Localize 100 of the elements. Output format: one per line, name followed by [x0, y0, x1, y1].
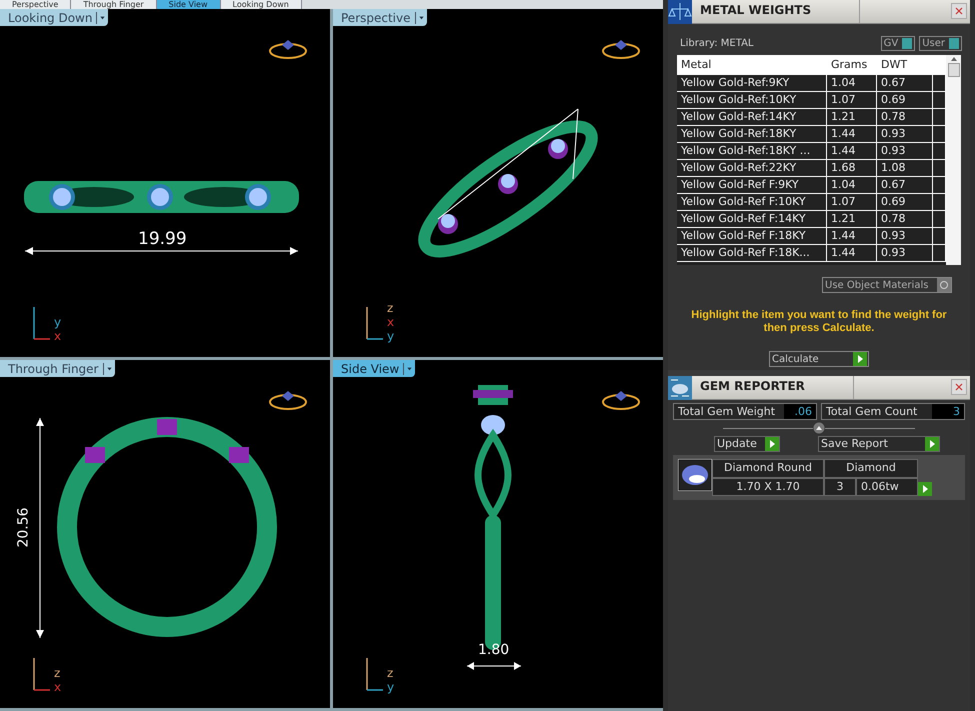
table-cell: 0.78 — [877, 211, 933, 227]
viewport[interactable]: Looking Down 19.99 y x — [0, 9, 330, 357]
table-row[interactable]: Yellow Gold-Ref F:9KY 1.04 0.67 — [677, 177, 946, 194]
table-cell: 1.44 — [827, 126, 877, 142]
calculate-button[interactable]: Calculate — [769, 351, 869, 367]
table-row[interactable]: Yellow Gold-Ref:18KY 1.44 0.93 — [677, 126, 946, 143]
table-cell: 1.04 — [827, 177, 877, 193]
table-cell: 0.93 — [877, 126, 933, 142]
stat-value: 3 — [932, 404, 964, 419]
table-row[interactable]: Yellow Gold-Ref F:18KY 1.44 0.93 — [677, 228, 946, 245]
axis-label: x — [54, 329, 62, 343]
view-selector[interactable]: Side View — [333, 360, 416, 377]
table-row[interactable]: Yellow Gold-Ref:10KY 1.07 0.69 — [677, 92, 946, 109]
table-cell: 0.93 — [877, 228, 933, 244]
panel-title: METAL WEIGHTS — [692, 0, 860, 23]
view-selector[interactable]: Looking Down — [0, 9, 108, 26]
column-header[interactable]: DWT — [877, 56, 933, 74]
table-cell: Yellow Gold-Ref F:14KY — [677, 211, 827, 227]
table-cell: Yellow Gold-Ref:14KY — [677, 109, 827, 125]
table-cell: 0.78 — [877, 109, 933, 125]
table-cell: 0.93 — [877, 143, 933, 159]
view-selector[interactable]: Perspective — [333, 9, 426, 26]
table-cell: Yellow Gold-Ref:9KY — [677, 75, 827, 91]
table-cell: Yellow Gold-Ref F:18K... — [677, 245, 827, 261]
axis-label: z — [387, 666, 394, 680]
library-label: Library: METAL — [679, 37, 754, 51]
collapse-handle-icon[interactable] — [813, 422, 825, 434]
viewport[interactable]: Perspective z x y — [333, 9, 663, 357]
close-button[interactable] — [951, 379, 967, 395]
table-cell: 1.08 — [877, 160, 933, 176]
play-icon — [853, 352, 867, 366]
ring-icon — [268, 390, 308, 412]
stat-value: .06 — [784, 404, 816, 419]
axis-label: z — [54, 666, 62, 680]
table-row[interactable]: Yellow Gold-Ref:9KY 1.04 0.67 — [677, 75, 946, 92]
report-button[interactable]: Save Report — [818, 436, 940, 452]
stat-label: Total Gem Count — [822, 404, 932, 419]
table-cell: Yellow Gold-Ref:10KY — [677, 92, 827, 108]
gem-list-icon — [668, 376, 692, 400]
view-tab[interactable]: Looking Down — [220, 0, 302, 9]
column-header[interactable]: Metal — [677, 56, 827, 74]
viewport[interactable]: Side View 1.80 z y — [333, 360, 663, 708]
table-row[interactable]: Yellow Gold-Ref:14KY 1.21 0.78 — [677, 109, 946, 126]
table-cell: 0.67 — [877, 75, 933, 91]
dimension-line — [466, 661, 522, 671]
axis-label: x — [387, 315, 394, 329]
column-header[interactable]: Grams — [827, 56, 877, 74]
table-cell: 1.21 — [827, 109, 877, 125]
ring-icon — [601, 390, 641, 412]
table-cell: 1.44 — [827, 245, 877, 261]
table-cell: 0.69 — [877, 194, 933, 210]
ring-icon — [268, 39, 308, 61]
table-cell: 0.67 — [877, 177, 933, 193]
table-cell: 1.44 — [827, 143, 877, 159]
view-tab[interactable]: Through Finger — [71, 0, 157, 9]
table-cell: Yellow Gold-Ref:18KY — [677, 126, 827, 142]
toggle[interactable]: GV — [880, 36, 916, 51]
table-row[interactable]: Yellow Gold-Ref:18KY ... 1.44 0.93 — [677, 143, 946, 160]
ring-icon — [601, 39, 641, 61]
table-row[interactable]: Yellow Gold-Ref F:10KY 1.07 0.69 — [677, 194, 946, 211]
toggle[interactable]: User — [919, 36, 962, 51]
table-cell: Yellow Gold-Ref:18KY ... — [677, 143, 827, 159]
table-cell: 1.07 — [827, 194, 877, 210]
dropdown-caret-icon — [102, 362, 112, 374]
close-button[interactable] — [951, 3, 967, 19]
viewport[interactable]: Through Finger 20.56 z x — [0, 360, 330, 708]
view-selector[interactable]: Through Finger — [0, 360, 114, 377]
dimension-label: 19.99 — [138, 228, 187, 251]
view-tab[interactable]: Side View — [156, 0, 220, 9]
gem-size: 1.70 X 1.70 — [712, 478, 824, 496]
use-object-materials-button[interactable]: Use Object Materials — [822, 277, 952, 293]
table-cell: 1.44 — [827, 228, 877, 244]
dropdown-caret-icon — [403, 362, 414, 374]
axis-label: y — [387, 329, 394, 343]
table-row[interactable]: Yellow Gold-Ref F:14KY 1.21 0.78 — [677, 211, 946, 228]
table-cell: Yellow Gold-Ref:22KY — [677, 160, 827, 176]
axis-label: y — [387, 680, 394, 694]
gem-count: 3 — [824, 478, 856, 496]
circle-icon — [937, 278, 951, 292]
table-row[interactable]: Yellow Gold-Ref F:18K... 1.44 0.93 — [677, 245, 946, 262]
scroll-thumb[interactable] — [948, 63, 960, 77]
table-cell: 1.07 — [827, 92, 877, 108]
table-row[interactable]: Yellow Gold-Ref:22KY 1.68 1.08 — [677, 160, 946, 177]
gem-shape: Diamond Round — [712, 459, 824, 478]
play-icon — [925, 437, 939, 451]
stat-label: Total Gem Weight — [674, 404, 784, 419]
close-icon — [955, 383, 963, 391]
panel-title: GEM REPORTER — [692, 376, 854, 399]
table-cell: 1.04 — [827, 75, 877, 91]
report-button[interactable]: Update — [714, 436, 780, 452]
axis-label: z — [387, 301, 394, 315]
dropdown-caret-icon — [414, 12, 424, 24]
view-tab[interactable]: Perspective — [0, 0, 72, 9]
gem-type: Diamond — [824, 459, 918, 478]
dimension-label: 20.56 — [16, 507, 32, 548]
scale-icon — [668, 0, 692, 24]
table-cell: Yellow Gold-Ref F:9KY — [677, 177, 827, 193]
table-cell: 0.93 — [877, 245, 933, 261]
scrollbar[interactable] — [946, 55, 961, 265]
hint-text: Highlight the item you want to find the weight for then press Calculate. — [690, 308, 948, 335]
